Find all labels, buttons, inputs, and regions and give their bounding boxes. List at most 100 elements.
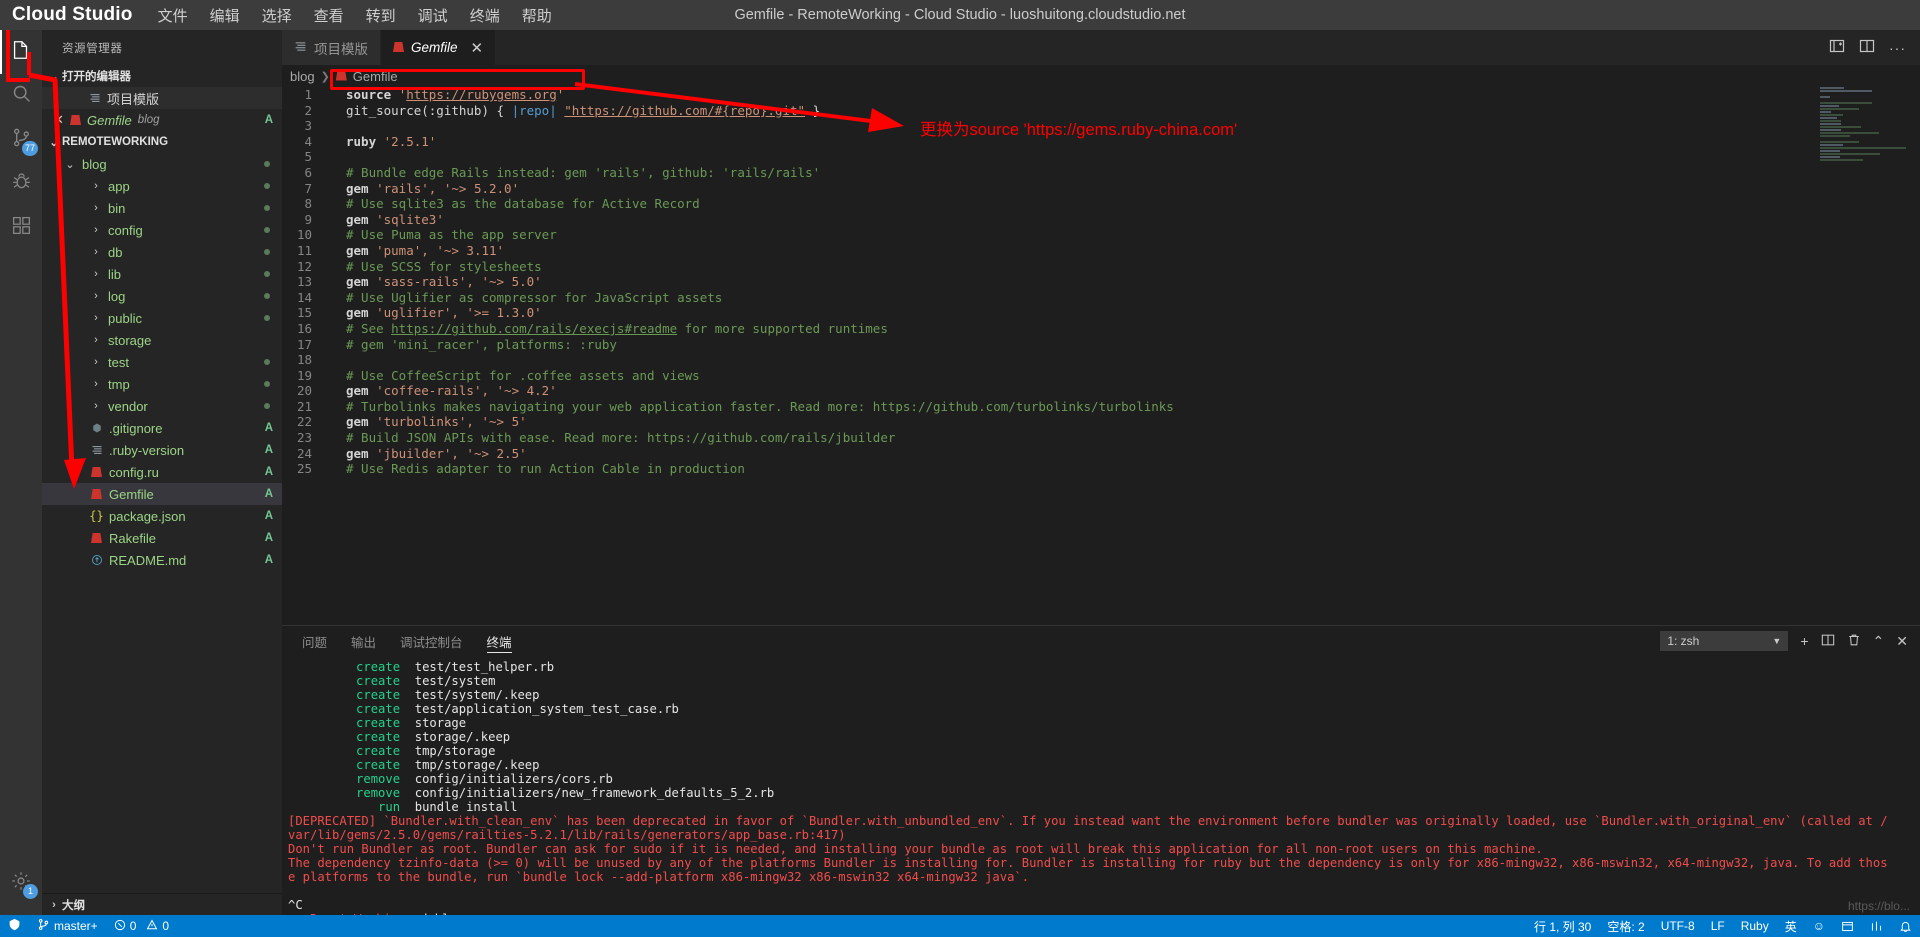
- section-outline[interactable]: › 大纲: [42, 893, 282, 915]
- code-line[interactable]: 12 # Use SCSS for stylesheets: [282, 259, 1920, 275]
- terminal-output[interactable]: create test/test_helper.rb create test/s…: [282, 656, 1920, 915]
- open-editor-item-template[interactable]: 项目模版: [42, 87, 282, 109]
- menu-item-5[interactable]: 调试: [407, 2, 459, 29]
- tab-gemfile[interactable]: Gemfile ✕: [381, 30, 497, 65]
- code-line[interactable]: A24 gem 'jbuilder', '~> 2.5': [282, 446, 1920, 462]
- tree-folder-public[interactable]: › public: [42, 307, 282, 329]
- code-line[interactable]: 4 ruby '2.5.1': [282, 134, 1920, 150]
- code-line[interactable]: 14 # Use Uglifier as compressor for JavaS…: [282, 290, 1920, 306]
- code-editor[interactable]: 1 source 'https://rubygems.org' A2 git_sour…: [282, 87, 1920, 625]
- tree-folder-bin[interactable]: › bin: [42, 197, 282, 219]
- status-branch[interactable]: master+: [29, 915, 106, 937]
- code-line[interactable]: 9 gem 'sqlite3': [282, 212, 1920, 228]
- menu-item-6[interactable]: 终端: [459, 2, 511, 29]
- chevron-up-icon[interactable]: ⌃: [1873, 633, 1885, 650]
- menu-item-0[interactable]: 文件: [147, 2, 199, 29]
- code-line[interactable]: A22 gem 'turbolinks', '~> 5': [282, 414, 1920, 430]
- tab-close-icon[interactable]: ✕: [471, 39, 484, 57]
- close-icon[interactable]: ✕: [50, 112, 67, 128]
- code-line[interactable]: 3: [282, 118, 1920, 134]
- menu-item-7[interactable]: 帮助: [511, 2, 563, 29]
- code-line[interactable]: A20 gem 'coffee-rails', '~> 4.2': [282, 383, 1920, 399]
- code-line[interactable]: A19 # Use CoffeeScript for .coffee assets…: [282, 368, 1920, 384]
- tree-folder-storage[interactable]: › storage: [42, 329, 282, 351]
- tree-folder-test[interactable]: › test: [42, 351, 282, 373]
- activity-item-settings[interactable]: 1: [0, 861, 42, 905]
- tree-folder-app[interactable]: › app: [42, 175, 282, 197]
- code-line[interactable]: 5: [282, 149, 1920, 165]
- tree-file-.ruby-version[interactable]: .ruby-version A: [42, 439, 282, 461]
- tree-file-Rakefile[interactable]: Rakefile A: [42, 527, 282, 549]
- activity-item-source-control[interactable]: 77: [0, 118, 42, 162]
- code-line[interactable]: 8 # Use sqlite3 as the database for Activ…: [282, 196, 1920, 212]
- section-open-editors[interactable]: ⌄ 打开的编辑器: [42, 65, 282, 87]
- new-terminal-icon[interactable]: +: [1800, 633, 1808, 649]
- bell-icon[interactable]: [1891, 915, 1920, 937]
- tree-file-Gemfile[interactable]: Gemfile A: [42, 483, 282, 505]
- code-line[interactable]: 15 gem 'uglifier', '>= 1.3.0': [282, 305, 1920, 321]
- tree-folder-config[interactable]: › config: [42, 219, 282, 241]
- code-line[interactable]: 1 source 'https://rubygems.org': [282, 87, 1920, 103]
- menu-item-3[interactable]: 查看: [303, 2, 355, 29]
- split-terminal-icon[interactable]: [1821, 633, 1835, 650]
- status-language-mode[interactable]: Ruby: [1733, 915, 1777, 937]
- split-editor-icon[interactable]: [1829, 38, 1845, 57]
- code-line[interactable]: A2 git_source(:github) { |repo| "https://…: [282, 103, 1920, 119]
- more-actions-icon[interactable]: ···: [1889, 40, 1906, 56]
- tree-folder-log[interactable]: › log: [42, 285, 282, 307]
- code-lines[interactable]: 1 source 'https://rubygems.org' A2 git_sour…: [282, 87, 1920, 625]
- activity-item-explorer[interactable]: [0, 30, 42, 74]
- tree-folder-db[interactable]: › db: [42, 241, 282, 263]
- code-line[interactable]: 13 gem 'sass-rails', '~> 5.0': [282, 274, 1920, 290]
- activity-item-debug[interactable]: [0, 162, 42, 206]
- tree-file-README.md[interactable]: README.md A: [42, 549, 282, 571]
- status-cursor-position[interactable]: 行 1, 列 30: [1526, 915, 1599, 937]
- panel-tab-output[interactable]: 输出: [339, 626, 388, 656]
- panel-tab-problems[interactable]: 问题: [290, 626, 339, 656]
- status-eol[interactable]: LF: [1703, 915, 1733, 937]
- tree-folder-tmp[interactable]: › tmp: [42, 373, 282, 395]
- tree-file-.gitignore[interactable]: .gitignore A: [42, 417, 282, 439]
- status-extra-icon-1[interactable]: [1833, 915, 1862, 937]
- code-line[interactable]: A18: [282, 352, 1920, 368]
- panel-tab-terminal[interactable]: 终端: [475, 626, 524, 656]
- tree-file-config.ru[interactable]: config.ru A: [42, 461, 282, 483]
- code-line[interactable]: A25 # Use Redis adapter to run Action Cab…: [282, 461, 1920, 477]
- status-problems[interactable]: 0 0: [106, 915, 177, 937]
- code-line[interactable]: A23 # Build JSON APIs with ease. Read mor…: [282, 430, 1920, 446]
- layout-icon[interactable]: [1859, 38, 1875, 57]
- tree-folder-lib[interactable]: › lib: [42, 263, 282, 285]
- terminal-selector[interactable]: 1: zsh ▼: [1660, 631, 1789, 651]
- open-editor-item-gemfile[interactable]: ✕ Gemfile blog A: [42, 109, 282, 131]
- menu-item-4[interactable]: 转到: [355, 2, 407, 29]
- section-workspace[interactable]: ⌄ REMOTEWORKING: [42, 131, 282, 153]
- breadcrumb-folder[interactable]: blog: [290, 69, 315, 84]
- code-line[interactable]: 17 # gem 'mini_racer', platforms: :ruby: [282, 337, 1920, 353]
- status-indentation[interactable]: 空格: 2: [1599, 915, 1652, 937]
- code-line[interactable]: 6 # Bundle edge Rails instead: gem 'rails…: [282, 165, 1920, 181]
- tab-project-template[interactable]: 项目模版: [282, 30, 381, 65]
- activity-item-search[interactable]: [0, 74, 42, 118]
- code-line[interactable]: 11 gem 'puma', '~> 3.11': [282, 243, 1920, 259]
- close-icon[interactable]: ✕: [1896, 633, 1908, 650]
- tree-folder-blog[interactable]: ⌄ blog: [42, 153, 282, 175]
- code-line[interactable]: 7 gem 'rails', '~> 5.2.0': [282, 181, 1920, 197]
- status-extra-icon-2[interactable]: [1862, 915, 1891, 937]
- activity-item-extensions[interactable]: [0, 206, 42, 250]
- menu-item-2[interactable]: 选择: [251, 2, 303, 29]
- code-line[interactable]: 10 # Use Puma as the app server: [282, 227, 1920, 243]
- code-line[interactable]: A21 # Turbolinks makes navigating your we…: [282, 399, 1920, 415]
- panel-tab-debug-console[interactable]: 调试控制台: [388, 626, 475, 656]
- status-remote[interactable]: [0, 915, 29, 937]
- breadcrumb-file[interactable]: Gemfile: [353, 69, 398, 84]
- menu-item-1[interactable]: 编辑: [199, 2, 251, 29]
- terminal-line: Don't run Bundler as root. Bundler can a…: [288, 842, 1543, 856]
- status-smiley-icon[interactable]: ☺: [1805, 915, 1833, 937]
- status-input-method[interactable]: 英: [1777, 915, 1805, 937]
- tree-file-package.json[interactable]: {} package.json A: [42, 505, 282, 527]
- status-encoding[interactable]: UTF-8: [1653, 915, 1703, 937]
- chevron-right-icon: ›: [94, 378, 98, 390]
- kill-terminal-icon[interactable]: [1847, 633, 1861, 650]
- tree-folder-vendor[interactable]: › vendor: [42, 395, 282, 417]
- code-line[interactable]: 16 # See https://github.com/rails/execjs#…: [282, 321, 1920, 337]
